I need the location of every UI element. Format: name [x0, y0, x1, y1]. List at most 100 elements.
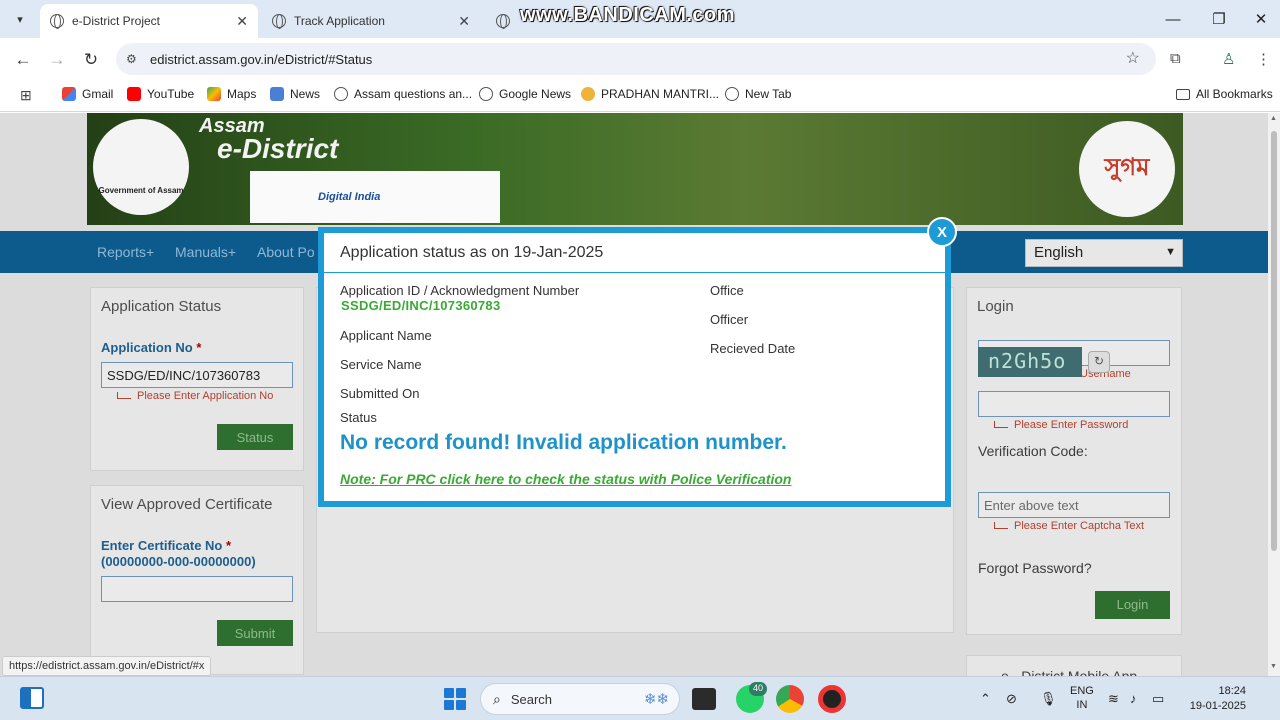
bandicam-watermark: www.BANDICAM.com: [520, 4, 736, 26]
globe-icon: [334, 87, 348, 101]
menu-dots-icon[interactable]: ⋮: [1256, 50, 1271, 68]
submit-button[interactable]: Submit: [217, 620, 293, 646]
scroll-down-icon[interactable]: ▼: [1270, 663, 1277, 670]
bookmark-news[interactable]: News: [270, 87, 320, 101]
profile-icon[interactable]: ♙: [1222, 50, 1235, 68]
network-off-icon[interactable]: ⊘: [1006, 691, 1017, 707]
minimize-button[interactable]: —: [1150, 6, 1196, 32]
bookmark-label: News: [290, 87, 321, 101]
submitted-on-label: Submitted On: [340, 386, 420, 401]
url-text: edistrict.assam.gov.in/eDistrict/#Status: [150, 51, 373, 67]
bookmark-gmail[interactable]: Gmail: [62, 87, 113, 101]
bookmark-assam-questions[interactable]: Assam questions an...: [334, 87, 472, 101]
scrollbar-thumb[interactable]: [1271, 131, 1277, 551]
bookmark-maps[interactable]: Maps: [207, 87, 256, 101]
error-text: Please Enter Captcha Text: [1014, 520, 1145, 532]
prc-police-verification-link[interactable]: Note: For PRC click here to check the st…: [340, 471, 791, 487]
application-no-error: Please Enter Application No: [117, 390, 273, 402]
required-marker: *: [226, 538, 232, 553]
widgets-icon[interactable]: [20, 687, 44, 709]
received-date-label: Recieved Date: [710, 341, 796, 356]
close-window-button[interactable]: ✕: [1238, 6, 1280, 32]
windows-logo-tile: [456, 688, 466, 698]
login-button[interactable]: Login: [1095, 591, 1170, 619]
bookmark-star-icon[interactable]: ☆: [1126, 48, 1140, 68]
news-icon: [270, 87, 284, 101]
reload-button[interactable]: ↻: [78, 47, 104, 73]
bookmark-label: YouTube: [147, 87, 195, 101]
certificate-no-input[interactable]: [101, 576, 293, 602]
bookmark-youtube[interactable]: YouTube: [127, 87, 194, 101]
taskbar-search[interactable]: ⌕ Search ❄❄: [480, 683, 680, 715]
application-status-panel: Application Status Application No * SSDG…: [90, 287, 304, 471]
bookmark-label: New Tab: [745, 87, 792, 101]
modal-title: Application status as on 19-Jan-2025: [340, 244, 604, 261]
address-bar[interactable]: ⚙ edistrict.assam.gov.in/eDistrict/#Stat…: [116, 43, 1156, 75]
tab-edistrict[interactable]: e-District Project ✕: [40, 4, 258, 38]
windows-taskbar: ⌕ Search ❄❄ ⌃ ⊘ 🎙 ENG IN ≋ ♪ ▭ 18:24 19-…: [0, 676, 1280, 720]
volume-icon[interactable]: ♪: [1130, 691, 1137, 706]
wifi-icon[interactable]: ≋: [1108, 691, 1119, 707]
captcha-refresh-button[interactable]: ↻: [1088, 351, 1110, 373]
application-no-input[interactable]: SSDG/ED/INC/107360783: [101, 362, 293, 388]
extensions-icon[interactable]: ⧉: [1170, 50, 1181, 67]
password-input[interactable]: [978, 391, 1170, 417]
close-icon[interactable]: ✕: [236, 13, 248, 30]
arrow-left-icon: ←: [14, 50, 32, 69]
input-language-indicator[interactable]: ENG IN: [1070, 684, 1094, 712]
back-button[interactable]: ←: [10, 47, 36, 73]
microphone-icon[interactable]: 🎙: [1040, 691, 1057, 707]
required-marker: *: [196, 340, 202, 355]
windows-logo-tile: [456, 700, 466, 710]
chevron-up-icon[interactable]: ⌃: [980, 691, 991, 707]
close-icon[interactable]: ✕: [458, 13, 470, 30]
bookmark-new-tab[interactable]: New Tab: [725, 87, 791, 101]
error-text: Please Enter Application No: [137, 390, 274, 402]
captcha-error: Please Enter Captcha Text: [994, 520, 1144, 532]
arrow-right-icon: →: [48, 50, 66, 69]
verification-code-label: Verification Code:: [978, 443, 1088, 459]
system-clock[interactable]: 18:24 19-01-2025: [1184, 684, 1246, 714]
forward-button[interactable]: →: [44, 47, 70, 73]
all-bookmarks[interactable]: All Bookmarks: [1176, 87, 1273, 101]
tab-title: Track Application: [294, 14, 385, 28]
modal-header: Application status as on 19-Jan-2025: [324, 233, 945, 273]
start-button[interactable]: [444, 688, 466, 710]
nav-manuals[interactable]: Manuals+: [175, 244, 236, 260]
restore-icon: ❐: [1212, 11, 1226, 28]
tab-track-application[interactable]: Track Application ✕: [262, 4, 480, 38]
bookmark-google-news[interactable]: Google News: [479, 87, 571, 101]
site-info-icon[interactable]: ⚙: [126, 52, 142, 66]
tab-search-menu[interactable]: ▾: [8, 7, 32, 31]
bookmark-label: Google News: [499, 87, 572, 101]
forgot-password-link[interactable]: Forgot Password?: [978, 560, 1092, 576]
panel-title: View Approved Certificate: [101, 496, 273, 513]
modal-close-button[interactable]: X: [927, 217, 957, 247]
page-scrollbar[interactable]: ▲ ▼: [1268, 113, 1280, 676]
application-id-label: Application ID / Acknowledgment Number: [340, 283, 580, 298]
nav-reports[interactable]: Reports+: [97, 244, 154, 260]
bookmark-label: Maps: [227, 87, 257, 101]
file-explorer-icon[interactable]: [692, 688, 716, 710]
officer-label: Officer: [710, 312, 749, 327]
edistrict-banner: Government of Assam Assam e-District Dig…: [87, 113, 1183, 225]
status-button[interactable]: Status: [217, 424, 293, 450]
lang-line2: IN: [1076, 699, 1088, 711]
hook-line: [117, 392, 131, 399]
digital-india-logo: Digital India: [318, 191, 381, 203]
apps-grid-icon[interactable]: ⊞: [20, 87, 32, 104]
windows-logo-tile: [444, 700, 454, 710]
service-name-label: Service Name: [340, 357, 422, 372]
bookmark-pradhan-mantri[interactable]: PRADHAN MANTRI...: [581, 87, 719, 101]
battery-icon[interactable]: ▭: [1152, 691, 1164, 707]
snowflake-icon: ❄❄: [643, 691, 669, 708]
nav-about[interactable]: About Po: [257, 244, 315, 260]
captcha-input[interactable]: Enter above text: [978, 492, 1170, 518]
government-emblem: Government of Assam: [93, 119, 189, 215]
scroll-up-icon[interactable]: ▲: [1270, 115, 1277, 122]
applicant-name-label: Applicant Name: [340, 328, 432, 343]
bandicam-record-icon[interactable]: [818, 685, 846, 713]
maximize-button[interactable]: ❐: [1196, 6, 1242, 32]
language-select[interactable]: English ▼: [1025, 239, 1183, 267]
chrome-icon[interactable]: [776, 685, 804, 713]
